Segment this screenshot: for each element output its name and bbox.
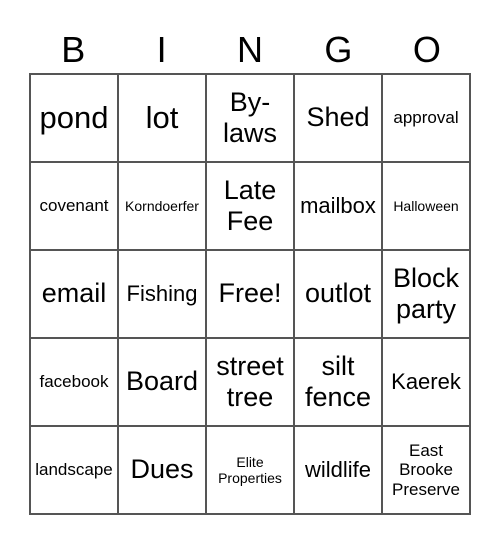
bingo-cell-label: Dues <box>130 454 194 485</box>
bingo-cell[interactable]: mailbox <box>294 162 382 250</box>
bingo-cell-label: silt fence <box>304 350 372 412</box>
bingo-cell-label: Shed <box>306 102 370 133</box>
bingo-cell[interactable]: covenant <box>30 162 118 250</box>
bingo-cell[interactable]: landscape <box>30 426 118 514</box>
bingo-cell[interactable]: Kaerek <box>382 338 470 426</box>
bingo-grid: pond lot By- laws Shed approval covenant Kornd… <box>29 73 471 515</box>
bingo-cell-label: lot <box>145 100 179 136</box>
bingo-cell[interactable]: approval <box>382 74 470 162</box>
bingo-cell-label: Block party <box>392 262 460 324</box>
header-letter-n: N <box>237 29 264 70</box>
header-letter-o: O <box>412 29 441 70</box>
bingo-cell[interactable]: By- laws <box>206 74 294 162</box>
bingo-cell-label: approval <box>393 108 459 128</box>
bingo-cell[interactable]: Dues <box>118 426 206 514</box>
bingo-cell-label: covenant <box>39 196 109 216</box>
bingo-cell-label: email <box>41 278 107 309</box>
bingo-cell-label: outlot <box>304 278 372 309</box>
bingo-cell[interactable]: Korndoerfer <box>118 162 206 250</box>
bingo-cell-label: wildlife <box>304 457 372 483</box>
bingo-cell-label: pond <box>39 100 109 136</box>
header-letter-b: B <box>61 29 86 70</box>
bingo-cell-label: Free! <box>218 278 282 309</box>
bingo-cell-label: facebook <box>39 372 109 392</box>
bingo-cell[interactable]: East Brooke Preserve <box>382 426 470 514</box>
bingo-cell[interactable]: outlot <box>294 250 382 338</box>
bingo-cell[interactable]: facebook <box>30 338 118 426</box>
bingo-cell-label: street tree <box>216 350 284 412</box>
header-letter-i: I <box>156 29 167 70</box>
bingo-cell[interactable]: Block party <box>382 250 470 338</box>
bingo-header: B I N G O <box>29 28 471 72</box>
bingo-cell[interactable]: Halloween <box>382 162 470 250</box>
header-letter-g: G <box>324 29 353 70</box>
bingo-cell-label: mailbox <box>300 193 376 219</box>
bingo-cell[interactable]: Shed <box>294 74 382 162</box>
bingo-cell[interactable]: lot <box>118 74 206 162</box>
bingo-cell[interactable]: Free! <box>206 250 294 338</box>
bingo-cell-label: Kaerek <box>391 369 461 395</box>
bingo-cell[interactable]: email <box>30 250 118 338</box>
bingo-cell[interactable]: Elite Properties <box>206 426 294 514</box>
bingo-cell[interactable]: Late Fee <box>206 162 294 250</box>
bingo-cell-label: landscape <box>35 460 113 480</box>
bingo-cell[interactable]: silt fence <box>294 338 382 426</box>
bingo-cell[interactable]: Fishing <box>118 250 206 338</box>
bingo-cell-label: Board <box>125 366 199 397</box>
bingo-cell-label: Elite Properties <box>218 453 282 486</box>
bingo-cell[interactable]: street tree <box>206 338 294 426</box>
bingo-cell[interactable]: pond <box>30 74 118 162</box>
bingo-cell[interactable]: wildlife <box>294 426 382 514</box>
bingo-cell-label: Fishing <box>126 281 198 307</box>
bingo-cell-label: East Brooke Preserve <box>391 440 461 499</box>
bingo-cell-label: By- laws <box>222 86 277 148</box>
bingo-cell-label: Late Fee <box>223 174 277 236</box>
bingo-cell-label: Korndoerfer <box>125 197 199 214</box>
bingo-cell-label: Halloween <box>393 197 459 214</box>
bingo-cell[interactable]: Board <box>118 338 206 426</box>
